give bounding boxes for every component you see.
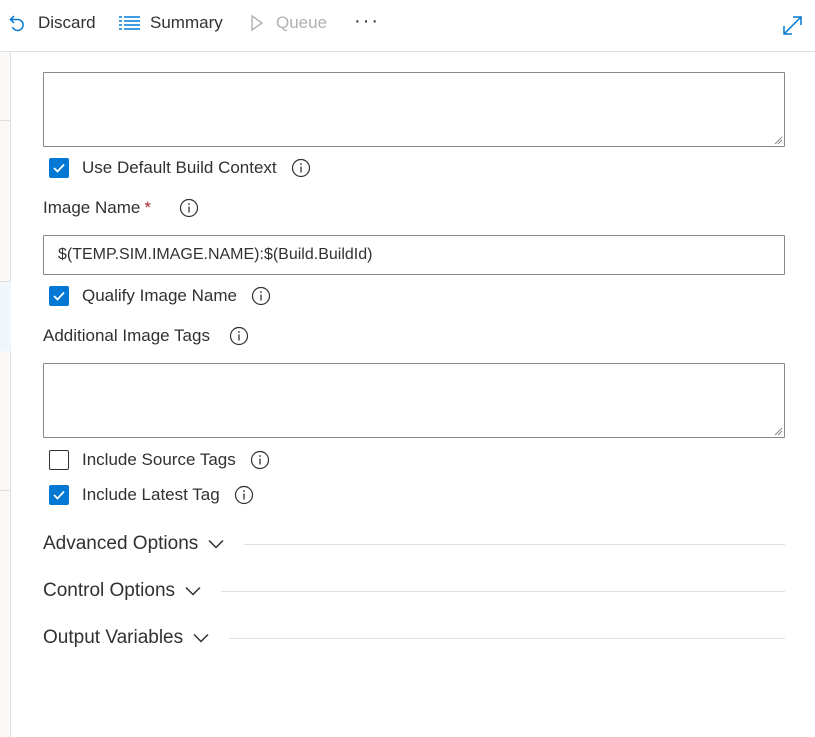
chevron-down-icon (193, 633, 209, 643)
additional-image-tags-textarea[interactable] (43, 363, 785, 438)
more-icon: ··· (354, 9, 380, 32)
qualify-image-name-label: Qualify Image Name (82, 286, 237, 305)
image-name-label-row: Image Name * (43, 197, 199, 219)
include-source-tags-row: Include Source Tags (49, 449, 270, 471)
include-source-tags-checkbox[interactable] (49, 450, 69, 470)
image-name-label: Image Name (43, 198, 141, 217)
info-icon[interactable] (179, 198, 199, 218)
control-options-label: Control Options (43, 580, 176, 601)
info-icon[interactable] (234, 485, 254, 505)
more-actions-button[interactable]: ··· (354, 8, 380, 34)
info-icon[interactable] (250, 450, 270, 470)
check-icon (53, 291, 65, 301)
additional-image-tags-label-row: Additional Image Tags (43, 325, 249, 347)
info-icon[interactable] (251, 286, 271, 306)
check-icon (53, 163, 65, 173)
output-variables-label: Output Variables (43, 627, 184, 648)
task-list-sidebar (0, 52, 11, 737)
section-divider (221, 590, 785, 592)
check-icon (53, 490, 65, 500)
additional-image-tags-label: Additional Image Tags (43, 326, 210, 345)
sidebar-selected-item[interactable] (0, 281, 11, 351)
info-icon[interactable] (229, 326, 249, 346)
section-divider (229, 637, 785, 639)
sidebar-divider (0, 281, 11, 282)
build-context-textarea[interactable] (43, 72, 785, 147)
info-icon[interactable] (291, 158, 311, 178)
sidebar-divider (0, 490, 11, 491)
chevron-down-icon (208, 539, 224, 549)
discard-label: Discard (38, 13, 96, 32)
expand-button[interactable] (782, 12, 803, 38)
advanced-options-section[interactable]: Advanced Options (43, 531, 785, 557)
include-source-tags-label: Include Source Tags (82, 450, 236, 469)
chevron-down-icon (185, 586, 201, 596)
control-options-section[interactable]: Control Options (43, 578, 785, 604)
include-latest-tag-checkbox[interactable] (49, 485, 69, 505)
play-icon (250, 14, 264, 32)
resize-grip-icon[interactable] (773, 135, 783, 145)
undo-icon (8, 13, 26, 33)
task-settings-panel: Use Default Build Context Image Name * $… (11, 53, 815, 737)
use-default-build-context-label: Use Default Build Context (82, 158, 277, 177)
summary-label: Summary (150, 13, 223, 32)
sidebar-divider (0, 120, 11, 121)
include-latest-tag-label: Include Latest Tag (82, 485, 220, 504)
section-divider (244, 543, 785, 545)
required-marker: * (144, 198, 151, 217)
queue-button[interactable]: Queue (250, 10, 327, 36)
use-default-build-context-row: Use Default Build Context (49, 157, 311, 179)
discard-button[interactable]: Discard (8, 10, 96, 36)
image-name-value: $(TEMP.SIM.IMAGE.NAME):$(Build.BuildId) (58, 246, 373, 263)
queue-label: Queue (276, 13, 328, 32)
output-variables-section[interactable]: Output Variables (43, 625, 785, 651)
qualify-image-name-checkbox[interactable] (49, 286, 69, 306)
summary-button[interactable]: Summary (119, 10, 223, 36)
resize-grip-icon[interactable] (773, 426, 783, 436)
qualify-image-name-row: Qualify Image Name (49, 285, 271, 307)
list-icon (119, 15, 140, 31)
expand-icon (782, 15, 803, 36)
use-default-build-context-checkbox[interactable] (49, 158, 69, 178)
advanced-options-label: Advanced Options (43, 533, 199, 554)
include-latest-tag-row: Include Latest Tag (49, 484, 254, 506)
command-bar: Discard Summary Queue ··· (0, 0, 815, 52)
image-name-input[interactable]: $(TEMP.SIM.IMAGE.NAME):$(Build.BuildId) (43, 235, 785, 275)
